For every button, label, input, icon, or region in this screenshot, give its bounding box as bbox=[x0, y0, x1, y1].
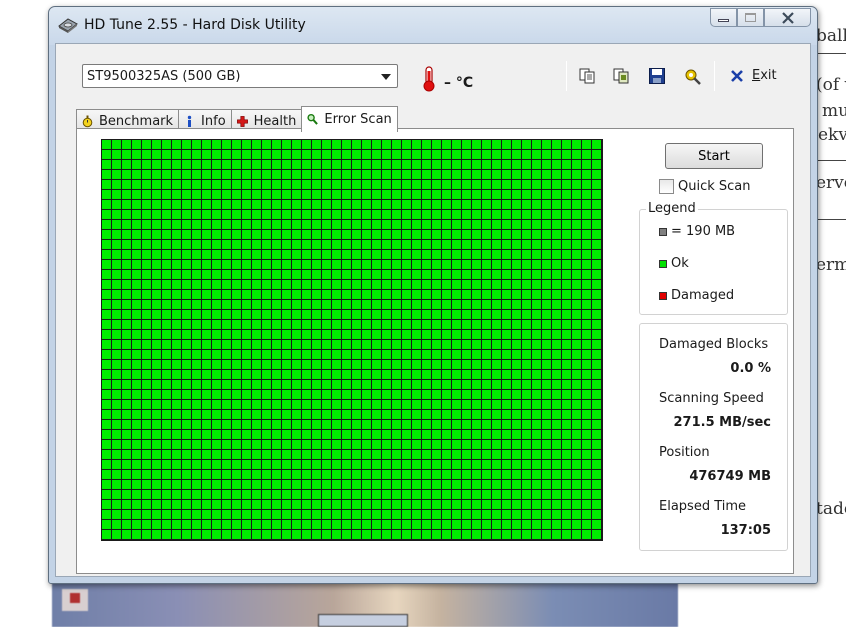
chevron-down-icon bbox=[381, 74, 391, 80]
tab-label: Health bbox=[253, 114, 297, 129]
magnifier-icon bbox=[307, 113, 319, 125]
title-bar[interactable]: HD Tune 2.55 - Hard Disk Utility bbox=[49, 7, 817, 43]
background-rule bbox=[818, 219, 846, 220]
options-icon[interactable] bbox=[684, 67, 702, 85]
legend-label: Damaged bbox=[671, 288, 735, 303]
red-swatch-icon bbox=[659, 291, 667, 300]
scan-block-grid bbox=[101, 139, 603, 541]
copy-info-icon[interactable] bbox=[578, 67, 596, 85]
info-icon bbox=[187, 115, 192, 127]
temperature-readout: – °C bbox=[444, 75, 474, 91]
quick-scan-option[interactable]: Quick Scan bbox=[659, 179, 751, 194]
exit-button[interactable]: Exit bbox=[730, 68, 777, 83]
damaged-blocks-label: Damaged Blocks bbox=[659, 337, 769, 352]
close-icon bbox=[781, 11, 794, 24]
background-rule bbox=[818, 160, 846, 161]
legend-group: Legend = 190 MB Ok Damaged bbox=[639, 201, 788, 315]
window-controls bbox=[710, 8, 811, 27]
tab-label: Benchmark bbox=[99, 114, 174, 129]
background-rule bbox=[818, 53, 846, 54]
tab-label: Info bbox=[201, 114, 226, 129]
background-text-fragment: balk bbox=[816, 26, 846, 46]
drive-select[interactable]: ST9500325AS (500 GB) bbox=[82, 64, 398, 88]
elapsed-time-label: Elapsed Time bbox=[659, 499, 747, 514]
maximize-button[interactable] bbox=[737, 8, 764, 27]
exit-icon bbox=[731, 69, 743, 82]
position-label: Position bbox=[659, 445, 710, 460]
legend-label: Ok bbox=[671, 256, 689, 271]
scanning-speed-value: 271.5 MB/sec bbox=[673, 415, 772, 430]
background-text-fragment: erm bbox=[816, 255, 846, 275]
start-button[interactable]: Start bbox=[665, 143, 763, 169]
quick-scan-label: Quick Scan bbox=[678, 179, 751, 194]
elapsed-time-value: 137:05 bbox=[720, 523, 771, 538]
app-window: HD Tune 2.55 - Hard Disk Utility ST95003… bbox=[48, 6, 818, 584]
legend-item-block-size: = 190 MB bbox=[659, 224, 735, 239]
background-text-fragment: mu bbox=[822, 101, 846, 121]
background-text-fragment: (of v bbox=[816, 75, 846, 95]
gray-swatch-icon bbox=[659, 227, 667, 236]
error-scan-panel: Start Quick Scan Legend = 190 MB Ok Dama… bbox=[76, 128, 794, 574]
background-thumbnail bbox=[318, 614, 408, 627]
window-title: HD Tune 2.55 - Hard Disk Utility bbox=[84, 17, 306, 33]
scanning-speed-label: Scanning Speed bbox=[659, 391, 764, 406]
scan-statistics: Damaged Blocks 0.0 % Scanning Speed 271.… bbox=[639, 323, 788, 551]
legend-item-ok: Ok bbox=[659, 256, 689, 271]
position-value: 476749 MB bbox=[689, 469, 771, 484]
hard-disk-icon bbox=[58, 18, 78, 33]
toolbar-separator bbox=[566, 61, 567, 91]
background-text-fragment: ervol bbox=[816, 173, 846, 193]
drive-select-value: ST9500325AS (500 GB) bbox=[87, 69, 241, 84]
minimize-button[interactable] bbox=[710, 8, 737, 27]
health-cross-icon bbox=[236, 116, 248, 127]
background-text-fragment: tade bbox=[816, 499, 846, 519]
green-swatch-icon bbox=[659, 259, 667, 268]
tab-error-scan[interactable]: Error Scan bbox=[301, 106, 398, 132]
background-text-fragment: ekv bbox=[818, 125, 846, 145]
legend-item-damaged: Damaged bbox=[659, 288, 734, 303]
background-screenshot-image bbox=[52, 583, 678, 627]
legend-label: = 190 MB bbox=[671, 224, 736, 239]
damaged-blocks-value: 0.0 % bbox=[730, 361, 771, 376]
exit-label: Exit bbox=[752, 68, 777, 83]
thermometer-icon bbox=[423, 66, 435, 92]
tab-label: Error Scan bbox=[324, 112, 392, 127]
background-thumbnail bbox=[62, 589, 88, 611]
maximize-icon bbox=[745, 13, 756, 22]
stopwatch-icon bbox=[82, 115, 93, 128]
toolbar-separator bbox=[714, 61, 715, 91]
save-icon[interactable] bbox=[648, 67, 666, 85]
minimize-icon bbox=[718, 19, 729, 22]
legend-title: Legend bbox=[646, 201, 698, 216]
client-area: ST9500325AS (500 GB) – °C Exit Benchmark… bbox=[55, 43, 811, 577]
copy-screenshot-icon[interactable] bbox=[612, 67, 630, 85]
close-button[interactable] bbox=[764, 8, 811, 27]
quick-scan-checkbox[interactable] bbox=[659, 179, 674, 194]
